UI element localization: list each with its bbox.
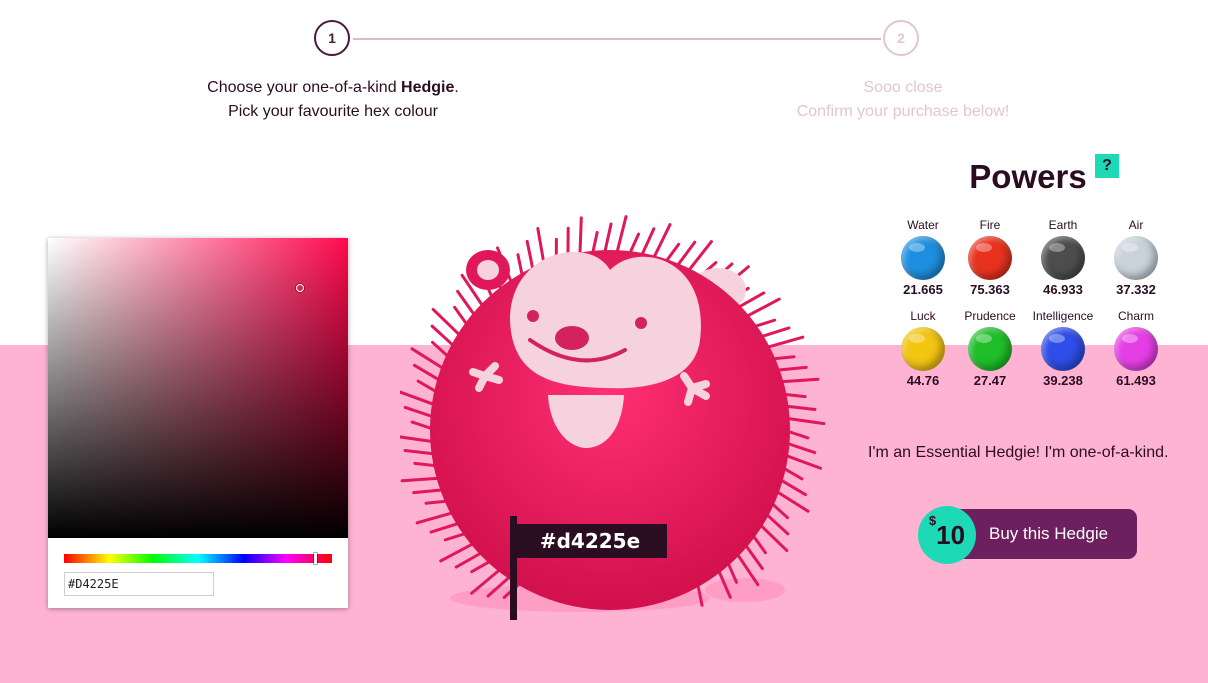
step-1-indicator[interactable]: 1 [314,20,350,56]
hedgie-left-eye [527,310,539,322]
hedgie-face [510,251,701,389]
prudence-orb-icon [968,327,1012,371]
powers-help-button[interactable]: ? [1095,154,1119,178]
step-2-line1: Sooo close [863,79,943,96]
hedgie-shadow-splat [705,578,785,602]
flag-hex-label: #d4225e [540,529,640,553]
color-picker [48,238,348,608]
hue-slider[interactable] [64,553,332,564]
power-name: Luck [910,309,936,323]
power-value: 44.76 [906,373,940,388]
power-earth: Earth 46.933 [1026,218,1100,297]
step-2-indicator[interactable]: 2 [883,20,919,56]
power-value: 46.933 [1043,282,1083,297]
power-name: Prudence [964,309,1016,323]
intelligence-orb-icon [1041,327,1085,371]
power-intelligence: Intelligence 39.238 [1026,309,1100,388]
luck-orb-icon [901,327,945,371]
hex-color-input[interactable] [64,572,214,596]
power-name: Air [1128,218,1144,232]
step-1-line1-prefix: Choose your one-of-a-kind [207,79,402,96]
water-orb-icon [901,236,945,280]
stepper-line [353,38,881,40]
power-charm: Charm 61.493 [1099,309,1173,388]
saturation-value-area[interactable] [48,238,348,538]
power-luck: Luck 44.76 [886,309,960,388]
power-name: Water [907,218,939,232]
power-value: 75.363 [970,282,1010,297]
hue-slider-handle[interactable] [314,553,318,564]
power-name: Intelligence [1032,309,1094,323]
charm-orb-icon [1114,327,1158,371]
power-prudence: Prudence 27.47 [953,309,1027,388]
earth-orb-icon [1041,236,1085,280]
power-name: Fire [979,218,1001,232]
step-1-line2: Pick your favourite hex colour [228,103,438,120]
price-amount: 10 [936,520,966,550]
hedgie-illustration: #d4225e [400,215,826,620]
power-value: 39.238 [1043,373,1083,388]
hedgie-left-ear-inner [477,260,499,280]
fire-orb-icon [968,236,1012,280]
power-name: Charm [1117,309,1154,323]
hedgie-nose [555,326,589,350]
air-orb-icon [1114,236,1158,280]
power-air: Air 37.332 [1099,218,1173,297]
power-value: 61.493 [1116,373,1156,388]
step-1-description: Choose your one-of-a-kind Hedgie. Pick y… [133,76,533,124]
hedgie-tagline: I'm an Essential Hedgie! I'm one-of-a-ki… [868,444,1169,461]
power-fire: Fire 75.363 [953,218,1027,297]
step-2-description: Sooo close Confirm your purchase below! [703,76,1103,124]
power-value: 37.332 [1116,282,1156,297]
buy-button-label: Buy this Hedgie [989,524,1109,543]
power-value: 21.665 [903,282,943,297]
saturation-value-handle[interactable] [296,284,304,292]
hedgie-right-eye [635,317,647,329]
step-2-line2: Confirm your purchase below! [796,103,1010,120]
step-1-line1-bold: Hedgie [401,79,455,96]
price-badge[interactable]: $10 [918,506,976,564]
step-1-line1-suffix: . [454,79,459,96]
power-name: Earth [1048,218,1078,232]
power-value: 27.47 [973,373,1007,388]
power-water: Water 21.665 [886,218,960,297]
